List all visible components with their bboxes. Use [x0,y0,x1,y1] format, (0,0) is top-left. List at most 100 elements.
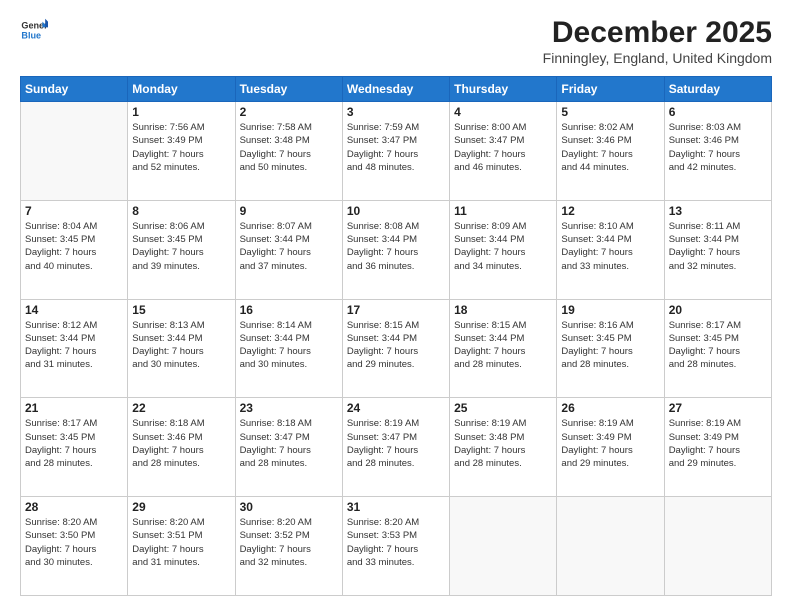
calendar-cell: 1Sunrise: 7:56 AMSunset: 3:49 PMDaylight… [128,102,235,201]
day-info: Sunrise: 8:19 AMSunset: 3:47 PMDaylight:… [347,417,445,470]
day-number: 28 [25,500,123,514]
calendar-cell: 23 Sunrise: 8:18 AMSunset: 3:47 PMDayligh… [235,398,342,497]
day-number: 9 [240,204,338,218]
calendar-cell: 18 Sunrise: 8:15 AMSunset: 3:44 PMDayligh… [450,299,557,398]
logo: General Blue [20,16,48,44]
day-info: Sunrise: 8:13 AMSunset: 3:44 PMDaylight:… [132,319,230,372]
weekday-header: Monday [128,77,235,102]
calendar-cell: 29 Sunrise: 8:20 AMSunset: 3:51 PMDayligh… [128,497,235,596]
day-number: 29 [132,500,230,514]
calendar-cell: 15 Sunrise: 8:13 AMSunset: 3:44 PMDayligh… [128,299,235,398]
calendar-table: SundayMondayTuesdayWednesdayThursdayFrid… [20,76,772,596]
calendar-cell: 9Sunrise: 8:07 AMSunset: 3:44 PMDaylight… [235,200,342,299]
calendar-cell: 13 Sunrise: 8:11 AMSunset: 3:44 PMDayligh… [664,200,771,299]
day-info: Sunrise: 8:04 AMSunset: 3:45 PMDaylight:… [25,220,123,273]
day-number: 11 [454,204,552,218]
day-number: 19 [561,303,659,317]
day-info: Sunrise: 8:19 AMSunset: 3:49 PMDaylight:… [669,417,767,470]
title-block: December 2025 Finningley, England, Unite… [543,16,772,66]
day-number: 26 [561,401,659,415]
calendar-cell: 26 Sunrise: 8:19 AMSunset: 3:49 PMDayligh… [557,398,664,497]
day-number: 20 [669,303,767,317]
day-info: Sunrise: 8:20 AMSunset: 3:51 PMDaylight:… [132,516,230,569]
day-info: Sunrise: 8:08 AMSunset: 3:44 PMDaylight:… [347,220,445,273]
day-number: 18 [454,303,552,317]
calendar-cell: 8 Sunrise: 8:06 AMSunset: 3:45 PMDaylight… [128,200,235,299]
weekday-header: Saturday [664,77,771,102]
calendar-cell: 17Sunrise: 8:15 AMSunset: 3:44 PMDayligh… [342,299,449,398]
day-number: 5 [561,105,659,119]
calendar-cell: 21 Sunrise: 8:17 AMSunset: 3:45 PMDayligh… [21,398,128,497]
calendar-cell: 20 Sunrise: 8:17 AMSunset: 3:45 PMDayligh… [664,299,771,398]
calendar-cell: 11 Sunrise: 8:09 AMSunset: 3:44 PMDayligh… [450,200,557,299]
calendar-cell: 10 Sunrise: 8:08 AMSunset: 3:44 PMDayligh… [342,200,449,299]
day-number: 14 [25,303,123,317]
weekday-header: Wednesday [342,77,449,102]
day-number: 21 [25,401,123,415]
calendar-cell: 31 Sunrise: 8:20 AMSunset: 3:53 PMDayligh… [342,497,449,596]
day-number: 22 [132,401,230,415]
day-number: 25 [454,401,552,415]
day-number: 16 [240,303,338,317]
day-info: Sunrise: 8:19 AMSunset: 3:49 PMDaylight:… [561,417,659,470]
calendar-cell [557,497,664,596]
day-info: Sunrise: 8:00 AMSunset: 3:47 PMDaylight:… [454,121,552,174]
calendar-cell: 3 Sunrise: 7:59 AMSunset: 3:47 PMDaylight… [342,102,449,201]
day-number: 17 [347,303,445,317]
day-info: Sunrise: 8:03 AMSunset: 3:46 PMDaylight:… [669,121,767,174]
header: General Blue December 2025 Finningley, E… [20,16,772,66]
day-info: Sunrise: 8:10 AMSunset: 3:44 PMDaylight:… [561,220,659,273]
day-number: 6 [669,105,767,119]
weekday-header: Sunday [21,77,128,102]
day-number: 8 [132,204,230,218]
day-info: Sunrise: 8:18 AMSunset: 3:47 PMDaylight:… [240,417,338,470]
location: Finningley, England, United Kingdom [543,50,772,66]
day-info: Sunrise: 8:14 AMSunset: 3:44 PMDaylight:… [240,319,338,372]
day-info: Sunrise: 8:09 AMSunset: 3:44 PMDaylight:… [454,220,552,273]
day-info: Sunrise: 8:20 AMSunset: 3:50 PMDaylight:… [25,516,123,569]
day-info: Sunrise: 8:16 AMSunset: 3:45 PMDaylight:… [561,319,659,372]
calendar-cell [450,497,557,596]
calendar-cell: 6 Sunrise: 8:03 AMSunset: 3:46 PMDaylight… [664,102,771,201]
day-number: 7 [25,204,123,218]
day-number: 31 [347,500,445,514]
day-info: Sunrise: 8:20 AMSunset: 3:52 PMDaylight:… [240,516,338,569]
calendar-cell: 19 Sunrise: 8:16 AMSunset: 3:45 PMDayligh… [557,299,664,398]
day-info: Sunrise: 8:20 AMSunset: 3:53 PMDaylight:… [347,516,445,569]
day-number: 3 [347,105,445,119]
day-info: Sunrise: 8:17 AMSunset: 3:45 PMDaylight:… [25,417,123,470]
weekday-header: Tuesday [235,77,342,102]
day-number: 12 [561,204,659,218]
day-number: 24 [347,401,445,415]
calendar-cell: 24 Sunrise: 8:19 AMSunset: 3:47 PMDayligh… [342,398,449,497]
svg-text:Blue: Blue [21,30,41,40]
day-info: Sunrise: 7:58 AMSunset: 3:48 PMDaylight:… [240,121,338,174]
day-number: 23 [240,401,338,415]
day-info: Sunrise: 8:17 AMSunset: 3:45 PMDaylight:… [669,319,767,372]
month-title: December 2025 [543,16,772,50]
calendar-cell: 5Sunrise: 8:02 AMSunset: 3:46 PMDaylight… [557,102,664,201]
day-info: Sunrise: 8:06 AMSunset: 3:45 PMDaylight:… [132,220,230,273]
day-number: 4 [454,105,552,119]
calendar-cell: 2Sunrise: 7:58 AMSunset: 3:48 PMDaylight… [235,102,342,201]
calendar-cell: 22 Sunrise: 8:18 AMSunset: 3:46 PMDayligh… [128,398,235,497]
day-info: Sunrise: 7:56 AMSunset: 3:49 PMDaylight:… [132,121,230,174]
logo-icon: General Blue [20,16,48,44]
calendar-cell: 12 Sunrise: 8:10 AMSunset: 3:44 PMDayligh… [557,200,664,299]
calendar-cell: 27 Sunrise: 8:19 AMSunset: 3:49 PMDayligh… [664,398,771,497]
day-info: Sunrise: 8:12 AMSunset: 3:44 PMDaylight:… [25,319,123,372]
day-info: Sunrise: 8:19 AMSunset: 3:48 PMDaylight:… [454,417,552,470]
calendar-cell [21,102,128,201]
day-number: 15 [132,303,230,317]
day-number: 13 [669,204,767,218]
day-number: 30 [240,500,338,514]
day-info: Sunrise: 8:11 AMSunset: 3:44 PMDaylight:… [669,220,767,273]
weekday-header: Friday [557,77,664,102]
day-number: 27 [669,401,767,415]
calendar-cell [664,497,771,596]
day-info: Sunrise: 8:18 AMSunset: 3:46 PMDaylight:… [132,417,230,470]
day-info: Sunrise: 7:59 AMSunset: 3:47 PMDaylight:… [347,121,445,174]
calendar-cell: 16 Sunrise: 8:14 AMSunset: 3:44 PMDayligh… [235,299,342,398]
day-info: Sunrise: 8:15 AMSunset: 3:44 PMDaylight:… [454,319,552,372]
day-number: 10 [347,204,445,218]
